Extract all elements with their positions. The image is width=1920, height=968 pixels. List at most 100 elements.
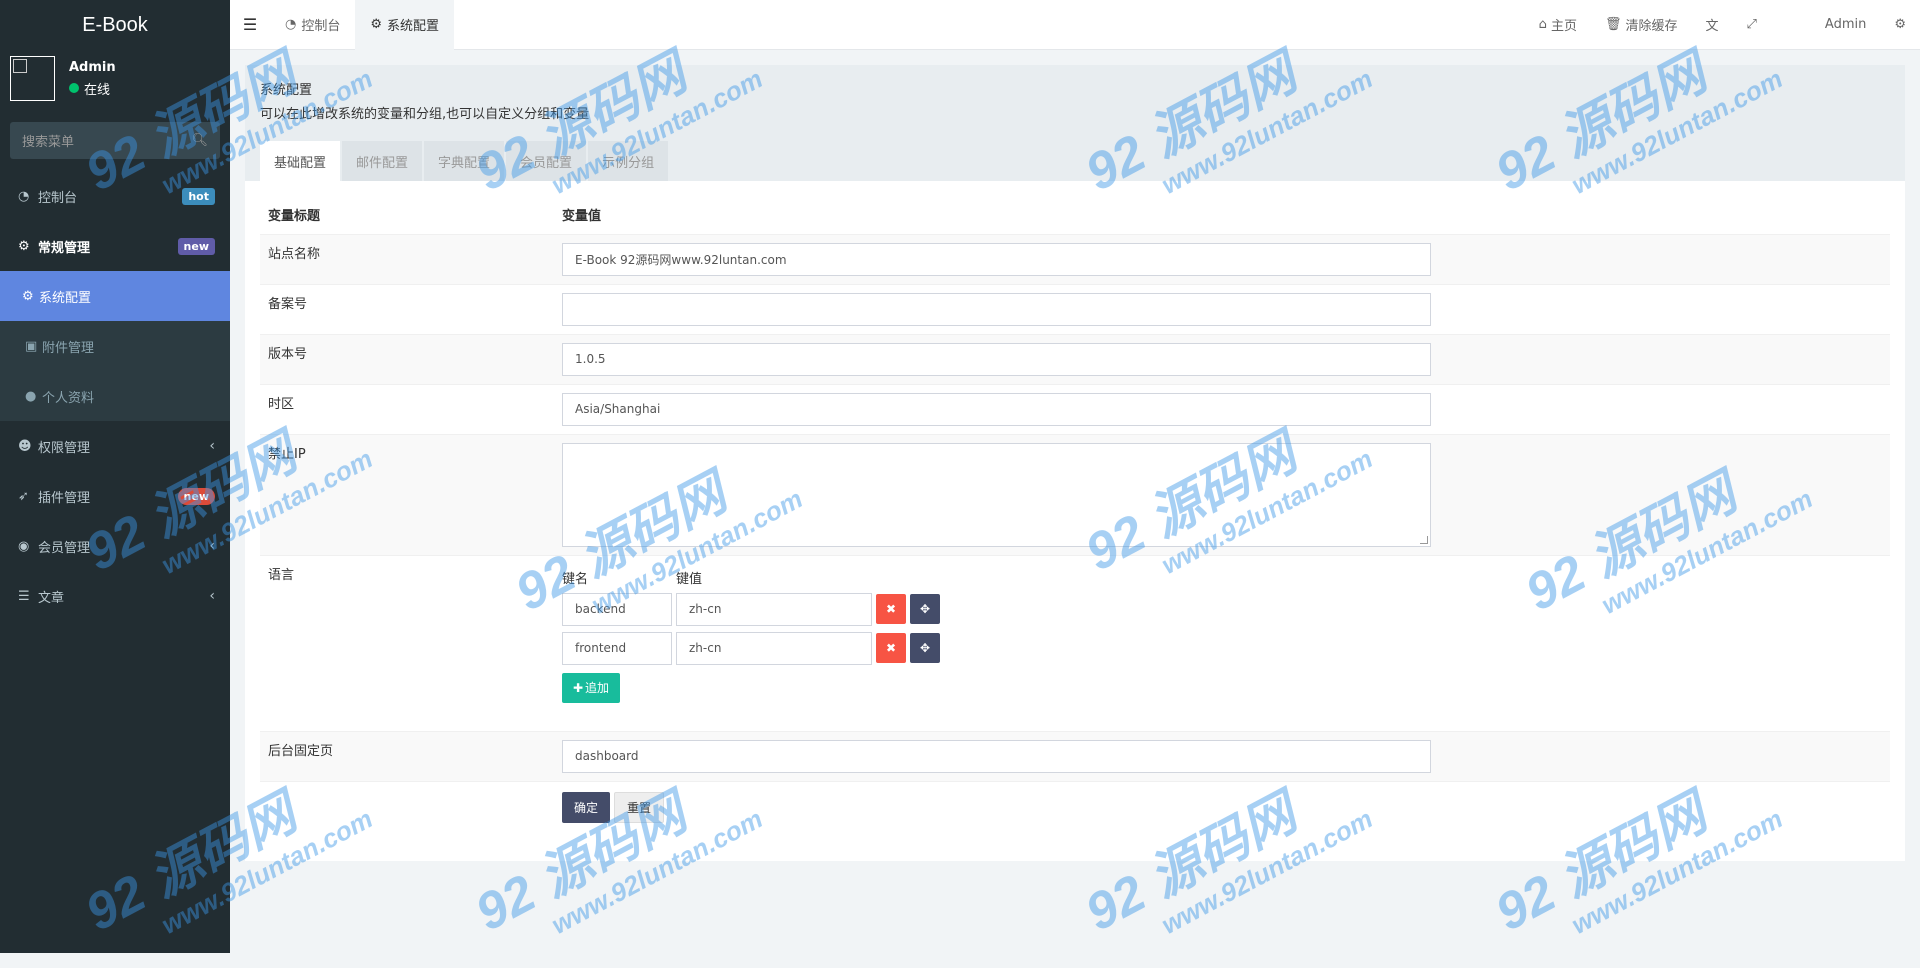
- home-label: 主页: [1550, 19, 1577, 34]
- cogs-icon: ⚙: [1894, 17, 1906, 32]
- sidebar-item-label: 控制台: [38, 190, 78, 206]
- app-logo[interactable]: E-Book: [0, 0, 230, 50]
- table-row: 禁止IP: [260, 433, 1890, 555]
- row-label: 站点名称: [260, 233, 554, 284]
- sidebar-submenu-general: ⚙ 系统配置 ▣ 附件管理 ● 个人资料: [0, 271, 230, 421]
- drag-handle-button[interactable]: ✥: [910, 594, 940, 624]
- beian-input[interactable]: [562, 292, 1431, 326]
- sidebar-item-label: 文章: [38, 590, 65, 606]
- move-icon: ✥: [919, 641, 931, 655]
- tab-label: 控制台: [301, 19, 341, 34]
- remove-row-button[interactable]: ✖: [876, 594, 906, 624]
- sidebar-item-label: 插件管理: [38, 490, 91, 506]
- chevron-left-icon: ‹: [209, 588, 215, 604]
- menu-search-input[interactable]: 搜索菜单 🔍︎: [10, 122, 220, 159]
- gear-icon: ⚙: [22, 288, 34, 304]
- key-header: 键名: [562, 571, 589, 587]
- row-label: 时区: [260, 383, 554, 434]
- image-icon: ▣: [25, 338, 38, 354]
- sidebar-item-auth[interactable]: ☻ 权限管理 ‹: [0, 421, 230, 471]
- sidebar-menu: ◔ 控制台 hot ⚙ 常规管理 new ⚙ 系统配置 ▣ 附件管理 ● 个人资…: [0, 171, 230, 621]
- tab-dictionary[interactable]: 字典配置: [424, 141, 505, 181]
- timezone-input[interactable]: Asia/Shanghai: [562, 392, 1431, 426]
- drag-handle-button[interactable]: ✥: [910, 633, 940, 663]
- tab-label: 系统配置: [387, 19, 440, 34]
- page-description: 可以在此增改系统的变量和分组,也可以自定义分组和变量: [260, 107, 590, 122]
- append-label: 追加: [585, 681, 610, 695]
- trash-icon: 🗑︎: [1604, 17, 1622, 32]
- user-status-label: 在线: [84, 82, 111, 98]
- new-badge: new: [177, 487, 215, 505]
- language-button[interactable]: 文: [1691, 15, 1732, 34]
- remove-row-button[interactable]: ✖: [876, 633, 906, 663]
- hot-badge: hot: [182, 187, 215, 205]
- version-input[interactable]: 1.0.5: [562, 342, 1431, 376]
- sidebar-item-attachments[interactable]: ▣ 附件管理: [0, 321, 230, 371]
- sidebar-item-addons[interactable]: ➶ 插件管理 new: [0, 471, 230, 521]
- user-panel: Admin 在线: [0, 50, 230, 107]
- sidebar: E-Book Admin 在线 搜索菜单 🔍︎ ◔ 控制台 hot ⚙ 常规管理…: [0, 0, 230, 953]
- site-name-input[interactable]: E-Book 92源码网www.92luntan.com: [562, 242, 1431, 276]
- clear-cache-button[interactable]: 🗑︎ 清除缓存: [1591, 15, 1692, 34]
- tab-email[interactable]: 邮件配置: [342, 141, 423, 181]
- user-name: Admin: [69, 59, 116, 75]
- sidebar-toggle-button[interactable]: ☰: [230, 0, 270, 50]
- kv-value-input[interactable]: zh-cn: [676, 592, 872, 626]
- language-icon: 文: [1705, 19, 1719, 34]
- sidebar-item-system-config[interactable]: ⚙ 系统配置: [0, 271, 230, 321]
- clear-cache-label: 清除缓存: [1625, 19, 1678, 34]
- move-icon: ✥: [919, 602, 931, 616]
- submit-button[interactable]: 确定: [562, 791, 611, 823]
- reset-button[interactable]: 重置: [614, 791, 665, 823]
- sidebar-item-profile[interactable]: ● 个人资料: [0, 371, 230, 421]
- append-button[interactable]: ✚ 追加: [562, 672, 620, 703]
- tab-member[interactable]: 会员配置: [506, 141, 587, 181]
- sidebar-item-label: 系统配置: [39, 290, 92, 306]
- config-tabs: 基础配置 邮件配置 字典配置 会员配置 示例分组: [260, 141, 670, 181]
- sidebar-item-label: 常规管理: [38, 240, 91, 256]
- main-content: 系统配置 可以在此增改系统的变量和分组,也可以自定义分组和变量 基础配置 邮件配…: [245, 65, 1905, 861]
- tab-example[interactable]: 示例分组: [588, 141, 669, 181]
- tab-dashboard[interactable]: ◔ 控制台: [270, 0, 355, 50]
- tab-basic[interactable]: 基础配置: [260, 141, 341, 181]
- admin-label: Admin: [1824, 17, 1867, 32]
- fixed-page-input[interactable]: dashboard: [562, 739, 1431, 773]
- kv-value-input[interactable]: zh-cn: [676, 631, 872, 665]
- value-header: 键值: [676, 571, 703, 587]
- sidebar-item-articles[interactable]: ☰ 文章 ‹: [0, 571, 230, 621]
- gear-icon: ⚙: [370, 17, 383, 32]
- list-icon: ☰: [18, 588, 30, 604]
- sidebar-item-dashboard[interactable]: ◔ 控制台 hot: [0, 171, 230, 221]
- kv-key-input[interactable]: backend: [562, 592, 672, 626]
- chevron-left-icon: ‹: [209, 438, 215, 454]
- fullscreen-button[interactable]: ⤢: [1733, 17, 1771, 32]
- user-circle-icon: ◉: [18, 538, 30, 554]
- sidebar-item-general[interactable]: ⚙ 常规管理 new: [0, 221, 230, 271]
- tab-system-config[interactable]: ⚙ 系统配置: [355, 0, 455, 50]
- new-badge: new: [177, 237, 215, 255]
- table-row: 时区 Asia/Shanghai: [260, 383, 1890, 434]
- sidebar-item-members[interactable]: ◉ 会员管理 ‹: [0, 521, 230, 571]
- dashboard-icon: ◔: [18, 188, 30, 204]
- kv-row: backend zh-cn ✖ ✥: [562, 592, 1882, 626]
- admin-menu[interactable]: Admin: [1811, 17, 1880, 32]
- table-row: 后台固定页 dashboard: [260, 730, 1890, 781]
- page-title: 系统配置: [260, 83, 313, 98]
- forbidden-ip-textarea[interactable]: [562, 442, 1431, 547]
- search-icon[interactable]: 🔍︎: [191, 133, 208, 148]
- sidebar-item-label: 附件管理: [42, 340, 95, 356]
- home-link[interactable]: ⌂ 主页: [1525, 15, 1591, 34]
- online-status-icon: [69, 83, 79, 93]
- control-sidebar-button[interactable]: ⚙: [1880, 17, 1920, 32]
- panel-heading: 系统配置 可以在此增改系统的变量和分组,也可以自定义分组和变量 基础配置 邮件配…: [245, 65, 1905, 181]
- kv-key-input[interactable]: frontend: [562, 631, 672, 665]
- expand-icon: ⤢: [1746, 17, 1757, 32]
- panel-body: 变量标题 变量值 站点名称 E-Book 92源码网www.92luntan.c…: [245, 181, 1905, 861]
- sidebar-item-label: 权限管理: [38, 440, 91, 456]
- close-icon: ✖: [885, 602, 897, 616]
- menu-search-placeholder: 搜索菜单: [22, 135, 75, 150]
- table-row: 确定 重置: [260, 780, 1890, 831]
- table-row: 站点名称 E-Book 92源码网www.92luntan.com: [260, 233, 1890, 284]
- config-table: 变量标题 变量值 站点名称 E-Book 92源码网www.92luntan.c…: [260, 196, 1890, 831]
- kv-header: 键名 键值: [562, 568, 1882, 587]
